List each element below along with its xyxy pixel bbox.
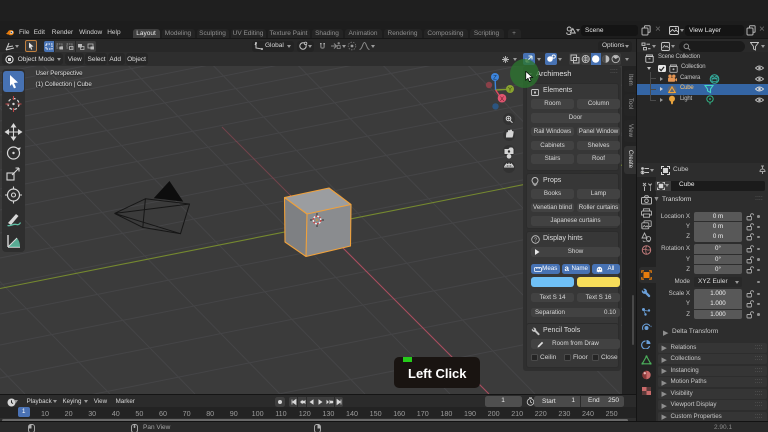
svg-text:?: ?: [534, 238, 537, 244]
svg-text:Y: Y: [508, 87, 512, 93]
svg-text:Z: Z: [493, 75, 497, 81]
svg-text:X: X: [500, 96, 505, 103]
